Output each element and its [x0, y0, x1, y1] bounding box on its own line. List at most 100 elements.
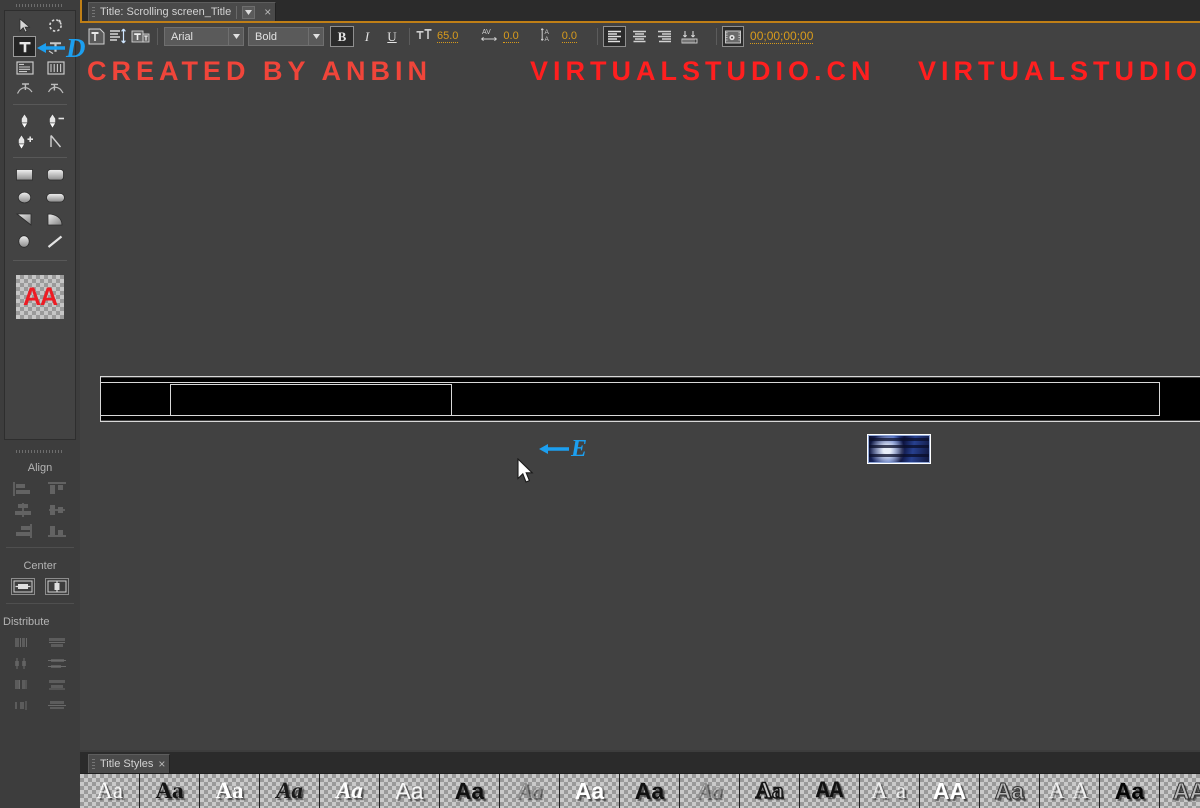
show-background-video-button[interactable]	[722, 26, 745, 47]
selection-tool[interactable]	[14, 16, 35, 35]
style-swatch-label: Aa	[155, 778, 184, 803]
align-center-button[interactable]	[629, 27, 650, 46]
style-swatch-2[interactable]: Aa	[140, 773, 200, 808]
style-swatch-15[interactable]: AA	[920, 773, 980, 808]
segment-created-by[interactable]: CREATED BY ANBIN	[87, 50, 432, 92]
style-swatch-7[interactable]: Aa	[440, 773, 500, 808]
line-tool[interactable]	[45, 232, 66, 251]
area-type-tool[interactable]	[14, 58, 35, 77]
style-swatch-6[interactable]: Aa	[380, 773, 440, 808]
align-horizontal-right-icon[interactable]	[12, 523, 34, 538]
align-vertical-bottom-icon[interactable]	[46, 523, 68, 538]
close-icon[interactable]: ×	[260, 6, 271, 18]
pen-tool[interactable]	[14, 111, 35, 130]
style-swatch-5[interactable]: Aa	[320, 773, 380, 808]
distribute-center-horizontal-icon[interactable]	[12, 656, 34, 671]
clipped-corner-rectangle-tool[interactable]	[14, 188, 35, 207]
pill-tool[interactable]	[45, 188, 66, 207]
segment-virtualstudio-2[interactable]: VIRTUALSTUDIO.C	[918, 50, 1200, 92]
kerning-value[interactable]: 0.0	[503, 30, 519, 43]
tab-title-styles[interactable]: Title Styles ×	[88, 754, 171, 773]
distribute-bottom-icon[interactable]	[46, 677, 68, 692]
title-styles-grid[interactable]: Aa Aa Aa Aa Aa Aa Aa Aa Aa Aa Aa Aa AA A a AA Aa A A Aa AA…	[80, 773, 1200, 808]
title-properties-icon[interactable]	[85, 27, 107, 47]
distribute-top-icon[interactable]	[46, 635, 68, 650]
align-horizontal-left-icon[interactable]	[12, 481, 34, 496]
style-swatch-13[interactable]: AA	[800, 773, 860, 808]
style-swatch-17[interactable]: A A	[1040, 773, 1100, 808]
style-swatch-8[interactable]: Aa	[500, 773, 560, 808]
ellipse-tool[interactable]	[14, 232, 35, 251]
segment-virtualstudio-1[interactable]: VIRTUALSTUDIO.CN	[530, 50, 876, 92]
kerning-field[interactable]: AV 0.0	[480, 27, 519, 47]
align-left-button[interactable]	[603, 26, 627, 47]
current-style-preview[interactable]: AA	[16, 275, 64, 319]
vertical-area-type-tool[interactable]	[45, 58, 66, 77]
font-style-select[interactable]: Bold	[248, 27, 324, 46]
align-right-button[interactable]	[654, 27, 675, 46]
tab-stops-button[interactable]	[679, 27, 700, 46]
style-swatch-9[interactable]: Aa	[560, 773, 620, 808]
tab-title-scrolling-screen[interactable]: Title: Scrolling screen_Title ×	[88, 2, 277, 21]
distribute-right-icon[interactable]	[12, 677, 34, 692]
italic-button[interactable]: I	[356, 27, 378, 46]
tab-grip[interactable]	[92, 6, 95, 18]
convert-anchor-point-tool[interactable]	[45, 132, 66, 151]
style-swatch-3[interactable]: Aa	[200, 773, 260, 808]
align-divider-1	[6, 547, 74, 548]
align-panel-grip[interactable]	[0, 446, 80, 456]
rotation-tool[interactable]	[45, 16, 66, 35]
style-swatch-18[interactable]: Aa	[1100, 773, 1160, 808]
style-swatch-10[interactable]: Aa	[620, 773, 680, 808]
style-swatch-19[interactable]: AA	[1160, 773, 1200, 808]
type-tool[interactable]	[13, 36, 36, 57]
align-vertical-top-icon[interactable]	[46, 481, 68, 496]
rectangle-tool[interactable]	[14, 165, 35, 184]
style-swatch-16[interactable]: Aa	[980, 773, 1040, 808]
font-family-chevron-down-icon[interactable]	[228, 28, 243, 45]
style-swatch-14[interactable]: A a	[860, 773, 920, 808]
title-canvas[interactable]: CREATED BY ANBIN VIRTUALSTUDIO.CN VIRTUA…	[80, 50, 1200, 750]
leading-field[interactable]: AA 0.0	[540, 27, 578, 47]
align-horizontal-center-icon[interactable]	[12, 502, 34, 517]
roll-crawl-options-icon[interactable]	[107, 27, 129, 47]
underline-button[interactable]: U	[381, 27, 403, 46]
delete-anchor-point-tool[interactable]	[45, 111, 66, 130]
annotation-letter-d: D	[36, 35, 86, 62]
style-swatch-1[interactable]: Aa	[80, 773, 140, 808]
center-vertically-icon[interactable]	[45, 578, 69, 595]
add-anchor-point-tool[interactable]	[14, 132, 35, 151]
align-vertical-center-icon[interactable]	[46, 502, 68, 517]
font-size-field[interactable]: 65.0	[416, 27, 459, 47]
distribute-center-vertical-icon[interactable]	[46, 656, 68, 671]
style-swatch-label: Aa	[215, 778, 244, 803]
bold-button[interactable]: B	[330, 26, 354, 47]
timecode-value[interactable]: 00;00;00;00	[750, 29, 814, 44]
selection-box-created[interactable]	[170, 384, 452, 416]
chevron-down-icon[interactable]	[242, 5, 256, 19]
wedge-tool[interactable]	[14, 210, 35, 229]
font-size-value[interactable]: 65.0	[437, 30, 459, 43]
templates-icon[interactable]	[129, 27, 151, 47]
vertical-path-type-tool[interactable]	[45, 79, 66, 98]
center-horizontally-icon[interactable]	[11, 578, 35, 595]
font-style-chevron-down-icon[interactable]	[308, 28, 323, 45]
tools-divider-3	[13, 260, 67, 261]
distribute-even-vertical-icon[interactable]	[46, 698, 68, 713]
style-swatch-12[interactable]: Aa	[740, 773, 800, 808]
style-swatch-4[interactable]: Aa	[260, 773, 320, 808]
distribute-even-horizontal-icon[interactable]	[12, 698, 34, 713]
selection-box-logo[interactable]	[867, 434, 931, 464]
distribute-left-icon[interactable]	[12, 635, 34, 650]
styles-close-icon[interactable]: ×	[158, 758, 165, 770]
style-swatch-11[interactable]: Aa	[680, 773, 740, 808]
rounded-rectangle-tool[interactable]	[45, 165, 66, 184]
font-family-select[interactable]: Arial	[164, 27, 244, 46]
leading-icon: AA	[540, 27, 557, 47]
tools-panel-grip[interactable]	[0, 0, 80, 10]
leading-value[interactable]: 0.0	[561, 30, 578, 43]
path-type-tool[interactable]	[14, 79, 35, 98]
style-swatch-label: Aa	[994, 778, 1025, 804]
styles-tab-grip[interactable]	[92, 758, 95, 770]
arc-tool[interactable]	[45, 210, 66, 229]
